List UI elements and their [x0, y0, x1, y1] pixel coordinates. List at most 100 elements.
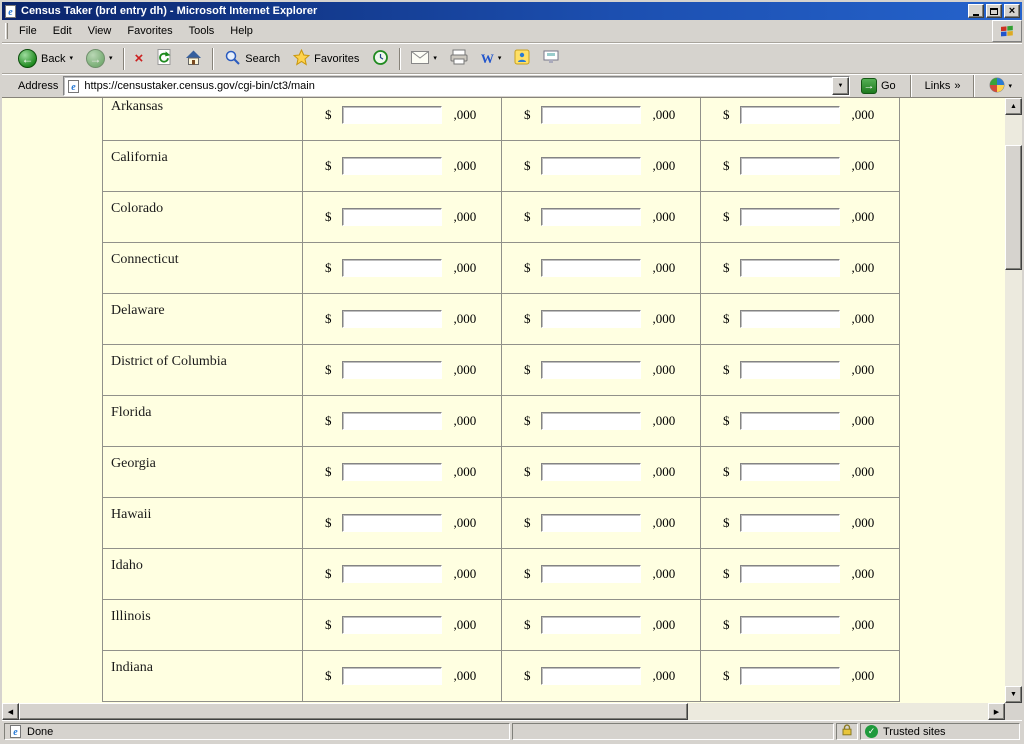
currency-prefix: $ — [723, 515, 730, 531]
discuss-icon — [543, 50, 559, 67]
amount-input[interactable] — [541, 463, 641, 481]
scroll-down-button[interactable]: ▼ — [1005, 686, 1022, 703]
amount-input[interactable] — [541, 514, 641, 532]
stop-button[interactable]: × — [129, 45, 150, 72]
discuss-button[interactable] — [537, 45, 565, 72]
amount-input[interactable] — [541, 667, 641, 685]
amount-input[interactable] — [342, 208, 442, 226]
amount-input[interactable] — [541, 412, 641, 430]
amount-input[interactable] — [342, 412, 442, 430]
forward-icon: → — [86, 49, 105, 68]
amount-input[interactable] — [342, 157, 442, 175]
amount-input[interactable] — [740, 157, 840, 175]
amount-input[interactable] — [541, 310, 641, 328]
amount-input[interactable] — [541, 157, 641, 175]
addressbar-separator — [973, 75, 975, 97]
horizontal-scrollbar[interactable]: ◀ ▶ — [2, 703, 1005, 720]
address-field[interactable]: e https://censustaker.census.gov/cgi-bin… — [63, 76, 850, 96]
currency-prefix: $ — [325, 260, 332, 276]
amount-input[interactable] — [342, 259, 442, 277]
amount-input[interactable] — [740, 106, 840, 124]
currency-prefix: $ — [723, 668, 730, 684]
menu-favorites[interactable]: Favorites — [119, 20, 180, 42]
menu-help[interactable]: Help — [222, 20, 261, 42]
refresh-button[interactable] — [150, 45, 178, 72]
lock-icon — [841, 724, 853, 739]
close-button[interactable]: × — [1004, 4, 1020, 18]
amount-input[interactable] — [740, 514, 840, 532]
amount-input[interactable] — [541, 106, 641, 124]
scroll-up-button[interactable]: ▲ — [1005, 98, 1022, 115]
windows-logo-icon — [992, 20, 1022, 42]
scroll-right-button[interactable]: ▶ — [988, 703, 1005, 720]
amount-input[interactable] — [541, 616, 641, 634]
amount-group: $ ,000 — [502, 616, 700, 634]
amount-input[interactable] — [740, 667, 840, 685]
amount-group: $ ,000 — [502, 514, 700, 532]
amount-input[interactable] — [342, 463, 442, 481]
favorites-button[interactable]: Favorites — [287, 45, 365, 72]
menu-file[interactable]: File — [11, 20, 45, 42]
links-toolbar[interactable]: Links » — [920, 80, 966, 92]
amount-input[interactable] — [740, 208, 840, 226]
menu-edit[interactable]: Edit — [45, 20, 80, 42]
forward-button[interactable]: → ▾ — [80, 45, 119, 72]
amount-group: $ ,000 — [701, 259, 899, 277]
horizontal-scroll-track[interactable] — [19, 703, 988, 720]
scroll-left-button[interactable]: ◀ — [2, 703, 19, 720]
amount-input[interactable] — [342, 667, 442, 685]
amount-group: $ ,000 — [701, 565, 899, 583]
state-row: Georgia $ ,000 $ ,000 $ ,000 — [103, 447, 900, 498]
links-chevron-icon[interactable]: » — [954, 80, 960, 92]
amount-input[interactable] — [740, 412, 840, 430]
vertical-scrollbar[interactable]: ▲ ▼ — [1005, 98, 1022, 703]
currency-prefix: $ — [325, 362, 332, 378]
amount-input[interactable] — [740, 565, 840, 583]
amount-input[interactable] — [740, 463, 840, 481]
amount-input[interactable] — [342, 106, 442, 124]
amount-input[interactable] — [740, 616, 840, 634]
vertical-scroll-thumb[interactable] — [1005, 145, 1022, 270]
print-button[interactable] — [444, 45, 474, 72]
edit-with-word-button[interactable]: W ▾ — [475, 45, 508, 72]
horizontal-scroll-thumb[interactable] — [19, 703, 688, 720]
amount-input[interactable] — [740, 310, 840, 328]
menu-view[interactable]: View — [80, 20, 120, 42]
amount-input[interactable] — [342, 616, 442, 634]
state-name-cell: Florida — [103, 396, 303, 447]
amount-input[interactable] — [541, 208, 641, 226]
go-button[interactable]: → Go — [855, 75, 902, 97]
amount-input[interactable] — [541, 361, 641, 379]
amount-suffix: ,000 — [852, 260, 875, 276]
amount-input[interactable] — [342, 310, 442, 328]
state-row: Idaho $ ,000 $ ,000 $ ,000 — [103, 549, 900, 600]
amount-input[interactable] — [541, 565, 641, 583]
window-controls: × — [968, 4, 1020, 18]
maximize-button[interactable] — [986, 4, 1002, 18]
amount-input[interactable] — [740, 361, 840, 379]
back-button[interactable]: ← Back ▾ — [12, 45, 79, 72]
mail-button[interactable]: ▾ — [405, 45, 443, 72]
amount-cell-2: $ ,000 — [502, 447, 701, 498]
amount-suffix: ,000 — [653, 209, 676, 225]
amount-input[interactable] — [740, 259, 840, 277]
amount-cell-1: $ ,000 — [303, 651, 502, 702]
search-button[interactable]: Search — [218, 45, 286, 72]
amount-input[interactable] — [541, 259, 641, 277]
amount-input[interactable] — [342, 361, 442, 379]
stop-icon: × — [135, 51, 144, 66]
minimize-button[interactable] — [968, 4, 984, 18]
home-button[interactable] — [179, 45, 208, 72]
amount-suffix: ,000 — [653, 311, 676, 327]
vertical-scroll-track[interactable] — [1005, 115, 1022, 686]
address-url[interactable]: https://censustaker.census.gov/cgi-bin/c… — [84, 80, 828, 92]
favorites-star-icon — [293, 49, 310, 69]
history-button[interactable] — [366, 45, 395, 72]
address-dropdown-button[interactable]: ▼ — [832, 77, 849, 95]
addressbar-extension-button[interactable]: ▾ — [983, 75, 1018, 97]
menubar-grip[interactable] — [5, 23, 8, 39]
amount-input[interactable] — [342, 514, 442, 532]
messenger-button[interactable] — [508, 45, 536, 72]
menu-tools[interactable]: Tools — [181, 20, 223, 42]
amount-input[interactable] — [342, 565, 442, 583]
